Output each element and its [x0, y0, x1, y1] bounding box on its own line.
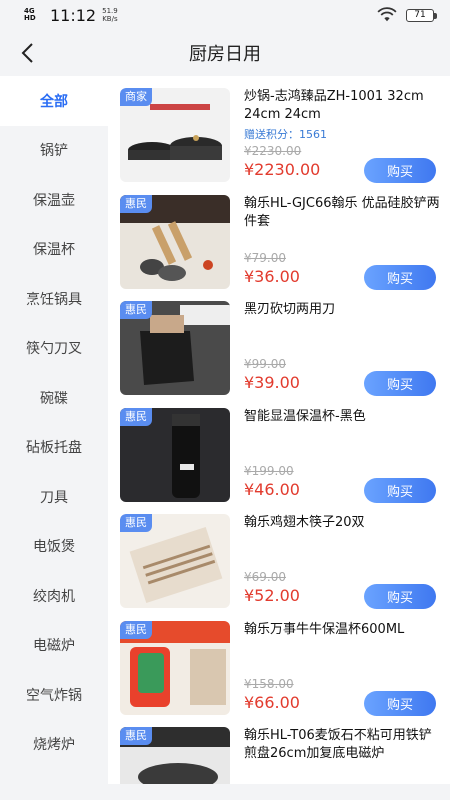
original-price: ¥2230.00: [244, 144, 302, 158]
sale-price: ¥39.00: [244, 373, 300, 392]
network-speed-unit: KB/s: [102, 15, 118, 23]
sale-price: ¥46.00: [244, 479, 300, 499]
buy-button[interactable]: 购买: [364, 477, 436, 503]
original-price: ¥99.00: [244, 357, 286, 371]
product-title: 翰乐HL-T06麦饭石不粘可用铁铲煎盘26cm加复底电磁炉: [244, 728, 432, 761]
product-card[interactable]: 商家 炒锅-志鸿臻品ZH-1001 32cm 24cm 24cm 赠送积分：15…: [108, 76, 450, 183]
product-badge: 惠民: [120, 407, 152, 426]
page-title: 厨房日用: [189, 44, 261, 65]
points-value: 1561: [299, 128, 327, 141]
sidebar-item-thermos-pot[interactable]: 保温壶: [0, 175, 108, 225]
wifi-icon: [377, 7, 397, 22]
points-info: 赠送积分：1561: [244, 126, 327, 142]
product-badge: 惠民: [120, 301, 152, 319]
product-image: 惠民: [120, 514, 230, 608]
points-label: 赠送积分：: [244, 128, 299, 141]
sidebar-item-grill[interactable]: 烧烤炉: [0, 720, 108, 770]
sidebar-item-thermos-cup[interactable]: 保温杯: [0, 225, 108, 275]
product-badge: 惠民: [120, 620, 152, 639]
sale-price: ¥2230.00: [244, 160, 321, 179]
product-title: 炒锅-志鸿臻品ZH-1001 32cm 24cm 24cm: [244, 89, 424, 122]
buy-button[interactable]: 购买: [364, 584, 436, 609]
sidebar-item-air-fryer[interactable]: 空气炸锅: [0, 670, 108, 720]
bottom-bar: [0, 784, 450, 800]
sidebar-item-bowls[interactable]: 碗碟: [0, 373, 108, 423]
sidebar-item-cookware[interactable]: 烹饪锅具: [0, 274, 108, 324]
sale-price: ¥66.00: [244, 692, 300, 712]
product-card[interactable]: 惠民 黑刃砍切两用刀 ¥99.00 ¥39.00 购买: [108, 289, 450, 396]
original-price: ¥69.00: [244, 570, 286, 584]
product-badge: 商家: [120, 88, 152, 106]
buy-button[interactable]: 购买: [364, 690, 436, 716]
sidebar-item-knives[interactable]: 刀具: [0, 472, 108, 522]
sidebar-item-cutlery[interactable]: 筷勺刀叉: [0, 324, 108, 374]
sale-price: ¥36.00: [244, 266, 300, 286]
clock: 11:12: [50, 5, 97, 25]
battery-indicator: 71: [406, 8, 437, 22]
original-price: ¥158.00: [244, 676, 294, 691]
back-button[interactable]: [12, 38, 42, 68]
chevron-left-icon: [21, 43, 33, 63]
product-badge: 惠民: [120, 727, 152, 745]
product-title: 黑刃砍切两用刀: [244, 302, 336, 317]
product-title: 翰乐万事牛牛保温杯600ML: [244, 621, 405, 637]
product-badge: 惠民: [120, 194, 152, 213]
product-card[interactable]: 惠民 翰乐鸡翅木筷子20双 ¥69.00 ¥52.00 购买: [108, 502, 450, 609]
buy-button[interactable]: 购买: [364, 371, 436, 396]
status-bar: 4G HD 11:12 51.9 KB/s 71: [0, 0, 450, 30]
product-badge: 惠民: [120, 514, 152, 532]
sidebar-item-meat-grinder[interactable]: 绞肉机: [0, 571, 108, 621]
product-image: 惠民: [120, 407, 230, 502]
original-price: ¥199.00: [244, 463, 294, 478]
product-image: 商家: [120, 88, 230, 182]
network-speed: 51.9 KB/s: [102, 7, 118, 23]
buy-button[interactable]: 购买: [364, 158, 436, 183]
sidebar-item-induction-cooker[interactable]: 电磁炉: [0, 621, 108, 671]
sidebar-item-all[interactable]: 全部: [0, 76, 108, 126]
page-header: 厨房日用: [0, 30, 450, 76]
original-price: ¥79.00: [244, 250, 286, 265]
product-title: 翰乐鸡翅木筷子20双: [244, 515, 365, 530]
network-indicator: 4G HD: [24, 7, 36, 22]
sale-price: ¥52.00: [244, 586, 300, 605]
sidebar-item-rice-cooker[interactable]: 电饭煲: [0, 522, 108, 572]
product-image: 惠民: [120, 301, 230, 395]
buy-button[interactable]: 购买: [364, 264, 436, 290]
product-list: 商家 炒锅-志鸿臻品ZH-1001 32cm 24cm 24cm 赠送积分：15…: [108, 76, 450, 800]
sidebar-item-cutting-boards[interactable]: 砧板托盘: [0, 423, 108, 473]
product-card[interactable]: 惠民 智能显温保温杯-黑色 ¥199.00 ¥46.00 购买: [108, 396, 450, 503]
product-image: 惠民: [120, 194, 230, 289]
category-sidebar: 全部 锅铲 保温壶 保温杯 烹饪锅具 筷勺刀叉 碗碟 砧板托盘 刀具 电饭煲 绞…: [0, 76, 108, 800]
product-image: 惠民: [120, 620, 230, 715]
product-card[interactable]: 惠民 翰乐HL-GJC66翰乐 优品硅胶铲两件套 ¥79.00 ¥36.00 购…: [108, 183, 450, 290]
product-title: 智能显温保温杯-黑色: [244, 408, 366, 424]
product-title: 翰乐HL-GJC66翰乐 优品硅胶铲两件套: [244, 195, 440, 229]
network-speed-value: 51.9: [102, 7, 118, 15]
sidebar-item-spatula[interactable]: 锅铲: [0, 126, 108, 176]
product-card[interactable]: 惠民 翰乐万事牛牛保温杯600ML ¥158.00 ¥66.00 购买: [108, 609, 450, 716]
